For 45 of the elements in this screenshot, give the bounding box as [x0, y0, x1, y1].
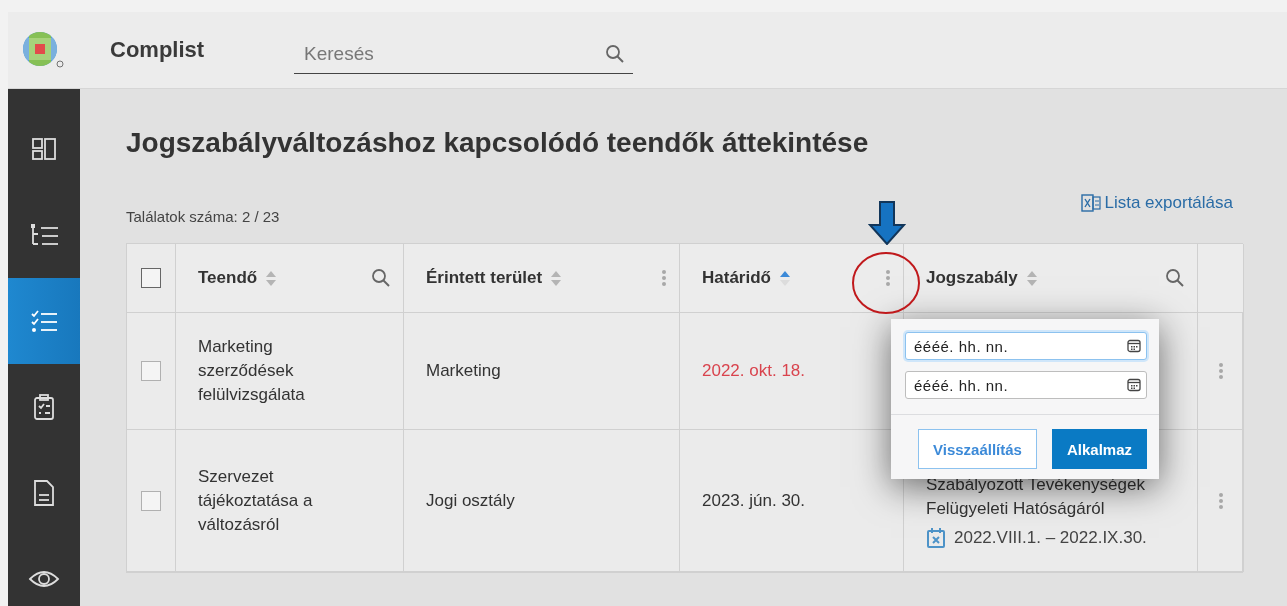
- task-text: Szervezet tájékoztatása a változásról: [198, 465, 314, 536]
- search-icon: [1165, 268, 1185, 288]
- column-header[interactable]: Jogszabály: [904, 244, 1198, 313]
- document-icon: [33, 479, 55, 507]
- column-header[interactable]: Határidő: [680, 244, 904, 313]
- validity-period: 2022.VIII.1. – 2022.IX.30.: [926, 527, 1187, 549]
- sidebar-item[interactable]: [8, 278, 80, 364]
- circle-annotation: [851, 251, 921, 315]
- eye-icon: [28, 568, 60, 590]
- search-icon: [371, 268, 391, 288]
- result-count: Találatok száma: 2 / 23: [126, 208, 280, 225]
- row-checkbox[interactable]: [141, 490, 161, 511]
- page-title: Jogszabályváltozáshoz kapcsolódó teendők áttekintése: [126, 127, 870, 159]
- checklist-icon: [30, 309, 58, 333]
- column-header[interactable]: Érintett terület: [404, 244, 680, 313]
- column-header[interactable]: Teendő: [176, 244, 404, 313]
- date-field[interactable]: éééé. hh. nn.: [905, 332, 1147, 360]
- area-text: Jogi osztály: [426, 489, 516, 512]
- spreadsheet-icon: [1081, 193, 1102, 213]
- search-field[interactable]: Keresés: [294, 34, 633, 74]
- logo: [22, 31, 64, 69]
- dashboard-icon: [31, 136, 57, 162]
- row-checkbox[interactable]: [141, 361, 161, 381]
- clipboard-icon: [32, 393, 56, 421]
- down-arrow-annotation: [868, 201, 906, 245]
- reset-button[interactable]: Visszaállítás: [918, 429, 1037, 469]
- deadline-text: 2023. jún. 30.: [702, 489, 807, 512]
- calendar-cancel-icon: [926, 527, 946, 549]
- row-menu-icon: [1217, 490, 1224, 511]
- row-menu-icon: [1217, 361, 1224, 381]
- column-menu-icon: [661, 268, 667, 288]
- task-text: Marketing szerződések felülvizsgálata: [198, 336, 306, 406]
- select-all-checkbox[interactable]: [141, 268, 161, 288]
- search-icon: [605, 44, 625, 64]
- apply-button[interactable]: Alkalmaz: [1051, 429, 1147, 469]
- deadline-text: 2022. okt. 18.: [702, 360, 807, 382]
- export-link[interactable]: Lista exportálása: [1081, 193, 1233, 213]
- calendar-icon: [1127, 339, 1141, 353]
- calendar-icon: [1127, 378, 1141, 392]
- tree-list-icon: [29, 222, 59, 248]
- app-name: Complist: [110, 37, 206, 63]
- date-field[interactable]: éééé. hh. nn.: [905, 371, 1147, 399]
- column-menu-icon: [885, 268, 891, 288]
- area-text: Marketing: [426, 360, 502, 382]
- regulation-text: Szabályozott Tevékenységek Felügyeleti Hatóságáról: [926, 474, 1146, 520]
